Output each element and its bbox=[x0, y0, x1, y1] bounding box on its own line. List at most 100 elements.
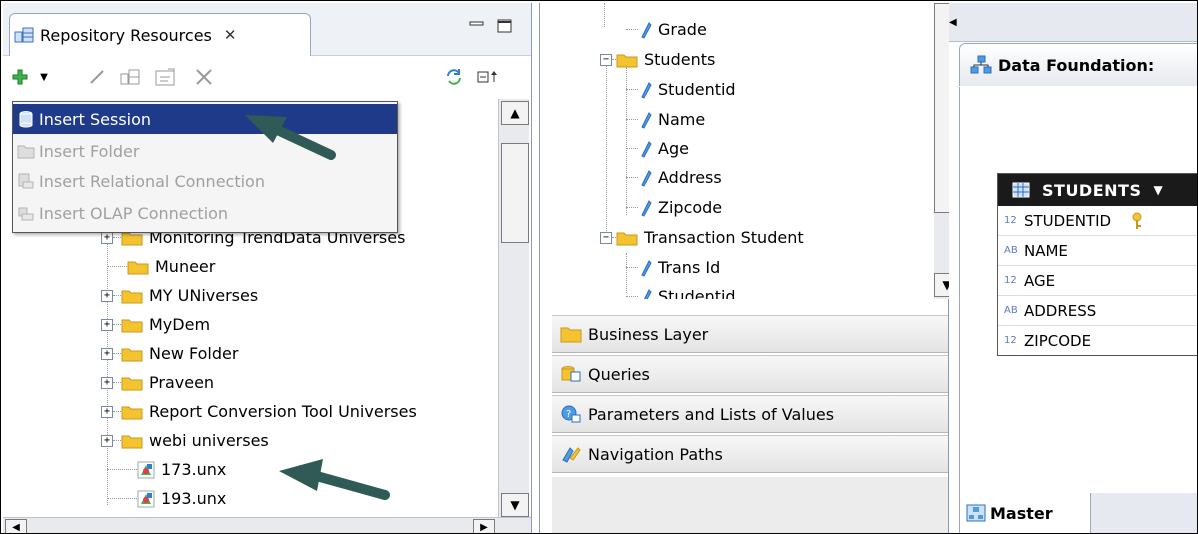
tree-item[interactable]: + Praveen bbox=[101, 368, 214, 397]
accordion-business-layer[interactable]: Business Layer bbox=[552, 315, 948, 353]
menu-item-insert-session[interactable]: Insert Session bbox=[13, 104, 397, 134]
queries-icon bbox=[561, 366, 581, 382]
menu-item-label: Insert Relational Connection bbox=[39, 171, 265, 191]
tree-item[interactable]: + webi universes bbox=[101, 426, 269, 455]
scroll-thumb[interactable] bbox=[501, 143, 529, 243]
tree-item[interactable]: Name bbox=[626, 105, 705, 134]
data-tree-vertical-scrollbar[interactable]: ▼ bbox=[934, 3, 950, 299]
tree-item[interactable]: Grade bbox=[626, 15, 707, 44]
tree-item-label: 193.unx bbox=[161, 489, 227, 508]
edit-icon[interactable] bbox=[87, 66, 107, 88]
expand-icon[interactable]: + bbox=[101, 376, 113, 389]
column-icon bbox=[641, 21, 652, 39]
add-icon[interactable] bbox=[11, 66, 29, 88]
refresh-icon[interactable] bbox=[443, 66, 465, 88]
accordion-queries[interactable]: Queries bbox=[552, 355, 948, 393]
tree-item[interactable]: Address bbox=[626, 163, 722, 192]
column-icon bbox=[643, 288, 652, 299]
tree-item-label: MyDem bbox=[149, 315, 211, 334]
table-header[interactable]: STUDENTS ▼ bbox=[998, 174, 1197, 206]
screenshot-frame: Repository Resources ✕ ▼ + Monitoring Tr… bbox=[0, 0, 1198, 534]
repository-horizontal-scrollbar[interactable]: ◀ ▶ bbox=[3, 517, 531, 533]
expand-icon[interactable]: + bbox=[101, 289, 113, 302]
tree-item[interactable]: Muneer bbox=[101, 252, 215, 281]
tree-item[interactable]: + New Folder bbox=[101, 339, 238, 368]
collapse-icon[interactable]: − bbox=[600, 231, 612, 244]
scroll-down-icon[interactable]: ▼ bbox=[501, 493, 529, 517]
column-icon bbox=[641, 81, 652, 99]
svg-text:?: ? bbox=[566, 409, 571, 420]
data-foundation-title: Data Foundation: bbox=[998, 55, 1155, 75]
master-view-tab[interactable]: Master bbox=[959, 493, 1091, 533]
collapse-left-icon[interactable]: ◀ bbox=[949, 17, 957, 28]
scroll-thumb[interactable] bbox=[934, 3, 950, 213]
tree-item-label: Grade bbox=[658, 20, 707, 39]
relational-connection-icon bbox=[18, 173, 34, 189]
tree-item[interactable]: − Transaction Student bbox=[600, 223, 804, 252]
tree-item[interactable]: Age bbox=[626, 134, 689, 163]
repository-vertical-scrollbar[interactable]: ▲ ▼ bbox=[498, 99, 529, 517]
session-icon[interactable] bbox=[119, 66, 141, 88]
scroll-right-icon[interactable]: ▶ bbox=[473, 519, 495, 533]
tree-item[interactable]: + MyDem bbox=[101, 310, 210, 339]
accordion-label: Navigation Paths bbox=[588, 444, 723, 464]
tree-item[interactable]: + MY UNiverses bbox=[101, 281, 258, 310]
tree-item[interactable]: Studentid bbox=[626, 75, 736, 104]
accordion-navigation-paths[interactable]: Navigation Paths bbox=[552, 435, 948, 473]
scroll-down-icon[interactable]: ▼ bbox=[934, 273, 950, 297]
data-foundation-tab[interactable]: Data Foundation: bbox=[959, 43, 1197, 86]
expand-icon[interactable]: + bbox=[101, 318, 113, 331]
tree-item-label: Zipcode bbox=[658, 198, 723, 217]
expand-icon[interactable]: + bbox=[101, 347, 113, 360]
tree-item-label: Transaction Student bbox=[644, 228, 804, 247]
menu-item-label: Insert Folder bbox=[39, 141, 140, 161]
expand-icon[interactable]: + bbox=[101, 231, 113, 244]
collapse-icon[interactable]: − bbox=[600, 53, 612, 66]
accordion-label: Queries bbox=[588, 364, 650, 384]
accordion-empty-area bbox=[552, 477, 948, 533]
tree-item[interactable]: Studentid bbox=[626, 282, 736, 299]
table-menu-icon[interactable]: ▼ bbox=[1153, 183, 1162, 197]
scroll-left-icon[interactable]: ◀ bbox=[5, 519, 27, 533]
tree-item-label: MY UNiverses bbox=[149, 286, 259, 305]
menu-item-insert-olap-connection[interactable]: Insert OLAP Connection bbox=[13, 198, 397, 228]
maximize-icon[interactable] bbox=[497, 19, 513, 33]
menu-item-insert-relational-connection[interactable]: Insert Relational Connection bbox=[13, 166, 397, 196]
expand-icon[interactable]: + bbox=[101, 434, 113, 447]
close-icon[interactable]: ✕ bbox=[224, 26, 237, 44]
repository-resources-tab[interactable]: Repository Resources ✕ bbox=[9, 13, 311, 56]
tree-item[interactable]: − Students bbox=[600, 45, 715, 74]
accordion-label: Business Layer bbox=[588, 324, 709, 344]
scroll-up-icon[interactable]: ▲ bbox=[501, 101, 529, 125]
tree-item[interactable]: Trans Id bbox=[626, 253, 720, 282]
universe-structure-panel: Grade − Students Studentid Name Age Addr… bbox=[539, 3, 950, 533]
delete-icon[interactable] bbox=[193, 66, 215, 88]
table-column-row[interactable]: 12 AGE bbox=[998, 266, 1197, 296]
menu-item-insert-folder[interactable]: Insert Folder bbox=[13, 136, 397, 166]
table-students[interactable]: STUDENTS ▼ 12 STUDENTID AB NAME 12 AGE A… bbox=[997, 173, 1197, 356]
session-icon bbox=[19, 111, 33, 128]
master-view-icon bbox=[966, 504, 986, 522]
table-column-row[interactable]: 12 ZIPCODE bbox=[998, 326, 1197, 355]
properties-icon[interactable] bbox=[153, 66, 179, 88]
column-name: ZIPCODE bbox=[1024, 331, 1092, 350]
accordion-parameters[interactable]: ? Parameters and Lists of Values bbox=[552, 395, 948, 433]
tree-item[interactable]: + Report Conversion Tool Universes bbox=[101, 397, 417, 426]
dropdown-arrow-icon[interactable]: ▼ bbox=[37, 66, 51, 88]
tree-item[interactable]: 173.unx bbox=[101, 455, 226, 484]
expand-icon[interactable]: + bbox=[101, 405, 113, 418]
repository-tabbar: Repository Resources ✕ bbox=[3, 3, 531, 56]
column-icon bbox=[641, 199, 652, 217]
table-column-row[interactable]: AB ADDRESS bbox=[998, 296, 1197, 326]
table-column-row[interactable]: 12 STUDENTID bbox=[998, 206, 1197, 236]
universe-file-icon bbox=[137, 490, 155, 507]
collapse-all-icon[interactable] bbox=[475, 66, 501, 88]
column-icon bbox=[641, 111, 652, 129]
navigation-paths-icon bbox=[562, 447, 581, 463]
table-column-row[interactable]: AB NAME bbox=[998, 236, 1197, 266]
tree-item[interactable]: 193.unx bbox=[101, 484, 226, 513]
tree-item[interactable]: Zipcode bbox=[626, 193, 723, 222]
minimize-icon[interactable] bbox=[469, 19, 485, 33]
column-name: NAME bbox=[1024, 241, 1068, 260]
insert-context-menu: Insert Session Insert Folder Insert Rela… bbox=[12, 101, 398, 233]
